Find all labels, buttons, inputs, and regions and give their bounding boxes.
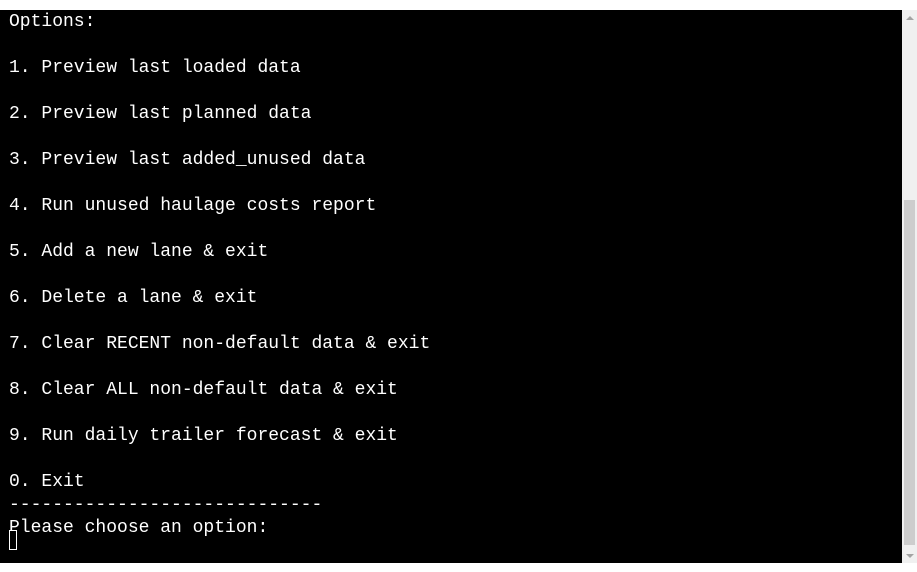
menu-option-6: 6. Delete a lane & exit: [9, 288, 258, 308]
menu-option-9: 9. Run daily trailer forecast & exit: [9, 426, 398, 446]
scroll-down-button[interactable]: [902, 548, 917, 563]
vertical-scrollbar[interactable]: [902, 10, 917, 563]
input-prompt: Please choose an option:: [9, 518, 269, 538]
chevron-up-icon: [905, 15, 914, 20]
scrollbar-thumb[interactable]: [904, 200, 915, 545]
menu-option-0: 0. Exit: [9, 472, 85, 492]
chevron-down-icon: [905, 553, 914, 558]
options-header: Options:: [9, 12, 96, 32]
menu-option-3: 3. Preview last added_unused data: [9, 150, 366, 170]
menu-option-8: 8. Clear ALL non-default data & exit: [9, 380, 398, 400]
terminal-output[interactable]: Options: 1. Preview last loaded data 2. …: [0, 10, 902, 563]
separator-line: -----------------------------: [9, 495, 323, 515]
menu-option-1: 1. Preview last loaded data: [9, 58, 301, 78]
menu-option-5: 5. Add a new lane & exit: [9, 242, 269, 262]
scroll-up-button[interactable]: [902, 10, 917, 25]
terminal-window: Options: 1. Preview last loaded data 2. …: [0, 0, 917, 572]
menu-option-2: 2. Preview last planned data: [9, 104, 312, 124]
menu-option-4: 4. Run unused haulage costs report: [9, 196, 377, 216]
text-cursor[interactable]: [9, 530, 17, 550]
menu-option-7: 7. Clear RECENT non-default data & exit: [9, 334, 431, 354]
